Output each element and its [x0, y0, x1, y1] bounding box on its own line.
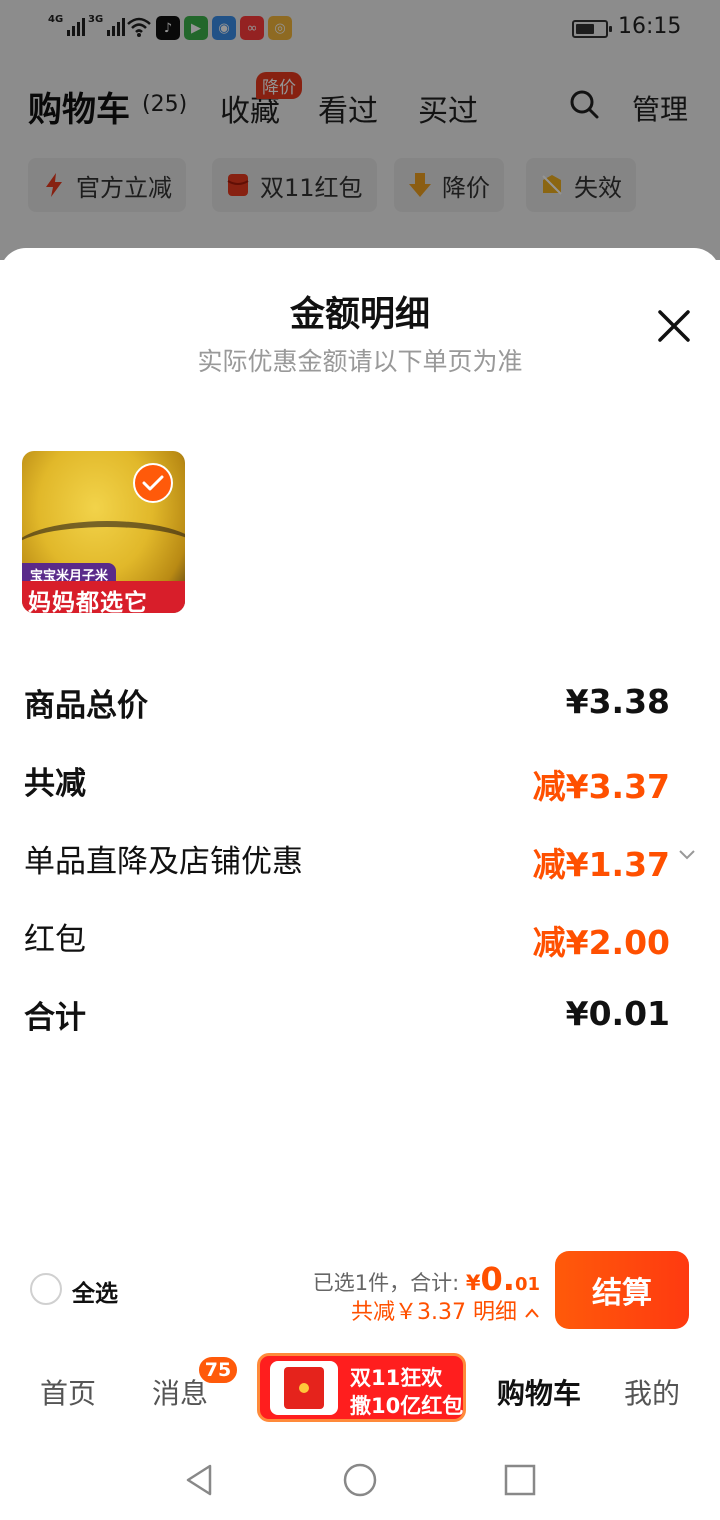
amount-detail-sheet: 金额明细 实际优惠金额请以下单页为准 宝宝米月子米 妈妈都选它 商品总价 ¥3.… [0, 248, 720, 1520]
tab-cart-active[interactable]: 购物车 [497, 1372, 581, 1412]
promo-line-1: 双11狂欢 [350, 1366, 443, 1390]
close-icon[interactable] [654, 306, 694, 346]
selected-text: 已选1件，合计: [312, 1271, 460, 1295]
select-all-label[interactable]: 全选 [72, 1274, 118, 1308]
sheet-subtitle: 实际优惠金额请以下单页为准 [197, 347, 523, 376]
row-label: 商品总价 [24, 688, 148, 724]
row-value: ¥0.01 [565, 994, 670, 1033]
row-total-discount: 共减 减¥3.37 [24, 758, 696, 806]
checkmark-icon [133, 463, 173, 503]
product-thumbnail[interactable]: 宝宝米月子米 妈妈都选它 [22, 451, 185, 613]
modal-overlay[interactable] [0, 0, 720, 260]
row-value: ¥3.38 [565, 682, 670, 721]
select-all-checkbox[interactable] [30, 1273, 62, 1305]
home-icon[interactable] [342, 1462, 378, 1498]
back-icon[interactable] [182, 1462, 218, 1498]
red-packet-icon [270, 1361, 338, 1415]
row-store-discount[interactable]: 单品直降及店铺优惠 减¥1.37 [24, 836, 696, 884]
sheet-title: 金额明细 [289, 295, 430, 335]
row-total-price: 商品总价 ¥3.38 [24, 680, 696, 726]
recents-icon[interactable] [502, 1462, 538, 1498]
product-tag-bottom: 妈妈都选它 [22, 581, 185, 613]
row-label: 红包 [24, 922, 86, 958]
row-label: 共减 [24, 766, 86, 802]
checkout-button[interactable]: 结算 [555, 1251, 689, 1329]
row-label: 单品直降及店铺优惠 [24, 844, 303, 880]
row-value: 减¥1.37 [532, 845, 670, 884]
total-amount: ¥0.01 [465, 1260, 540, 1298]
row-value: 减¥3.37 [532, 767, 670, 806]
double11-promo-tab[interactable]: 双11狂欢 撒10亿红包 [257, 1353, 466, 1422]
row-red-packet: 红包 减¥2.00 [24, 914, 696, 962]
row-label: 合计 [24, 1000, 86, 1036]
tab-mine[interactable]: 我的 [624, 1372, 680, 1412]
chevron-up-icon [525, 1308, 539, 1318]
chevron-down-icon[interactable] [678, 848, 696, 862]
product-tag-top: 宝宝米月子米 [22, 563, 117, 584]
tab-home[interactable]: 首页 [40, 1372, 96, 1412]
row-value: 减¥2.00 [532, 923, 670, 962]
selected-summary: 已选1件，合计: ¥0.01 [280, 1260, 540, 1298]
promo-line-2: 撒10亿红包 [350, 1394, 464, 1418]
row-grand-total: 合计 ¥0.01 [24, 992, 696, 1038]
messages-badge: 75 [197, 1355, 239, 1385]
discount-detail-link[interactable]: 共减￥3.37 明细 [300, 1294, 540, 1326]
